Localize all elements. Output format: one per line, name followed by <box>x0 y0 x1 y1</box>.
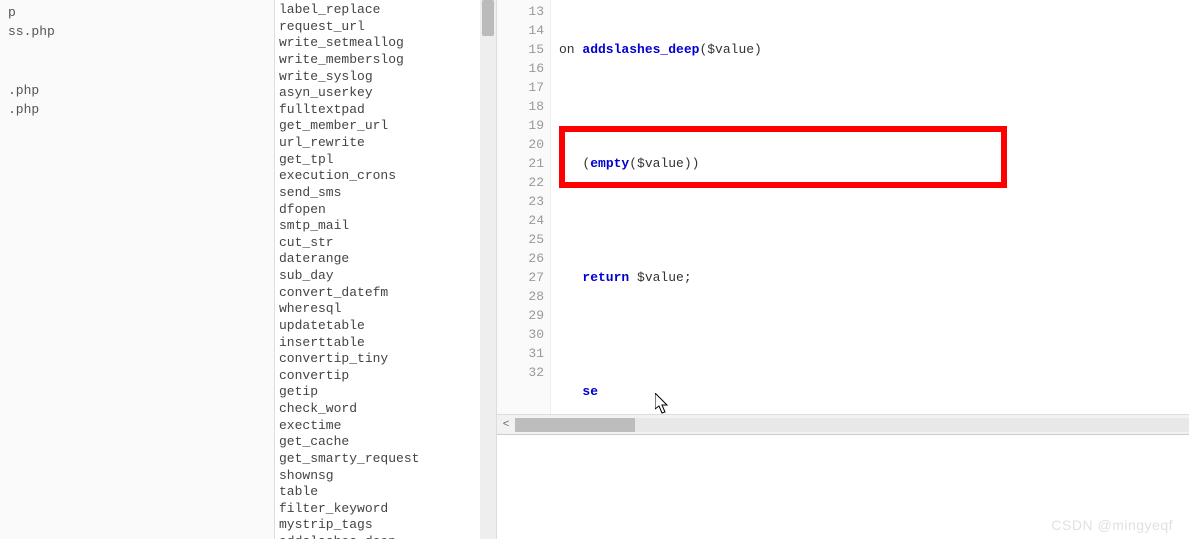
line-number: 21 <box>497 154 544 173</box>
symbol-list-item[interactable]: daterange <box>279 251 492 268</box>
code-area[interactable]: 1314151617181920212223242526272829303132… <box>497 0 1189 414</box>
text <box>559 270 582 285</box>
code-content[interactable]: on addslashes_deep($value) (empty($value… <box>551 0 1189 414</box>
mouse-cursor-icon <box>655 393 671 415</box>
line-number: 32 <box>497 363 544 382</box>
symbol-list-item[interactable]: getip <box>279 384 492 401</box>
symbol-list-item[interactable]: convertip <box>279 368 492 385</box>
symbol-list-item[interactable]: send_sms <box>279 185 492 202</box>
line-number: 30 <box>497 325 544 344</box>
symbol-list-item[interactable]: get_smarty_request <box>279 451 492 468</box>
line-number: 16 <box>497 59 544 78</box>
symbol-list-item[interactable]: filter_keyword <box>279 501 492 518</box>
symbol-list-item[interactable]: get_member_url <box>279 118 492 135</box>
symbol-list-item[interactable]: execution_crons <box>279 168 492 185</box>
text: ( <box>559 156 590 171</box>
line-number: 27 <box>497 268 544 287</box>
symbol-list-item[interactable]: mystrip_tags <box>279 517 492 534</box>
keyword: return <box>582 270 629 285</box>
horizontal-scrollbar[interactable] <box>515 418 1189 432</box>
symbol-list-item[interactable]: inserttable <box>279 335 492 352</box>
file-tree-item[interactable]: ss.php <box>4 23 274 42</box>
symbol-list-item[interactable]: addslashes_deep <box>279 534 492 539</box>
symbol-list-item[interactable]: url_rewrite <box>279 135 492 152</box>
fn-name: empty <box>590 156 629 171</box>
symbol-list-item[interactable]: convertip_tiny <box>279 351 492 368</box>
file-tree-pane: p ss.php .php .php <box>0 0 275 539</box>
symbol-list-item[interactable]: convert_datefm <box>279 285 492 302</box>
symbol-list-item[interactable]: updatetable <box>279 318 492 335</box>
symbol-list-item[interactable]: smtp_mail <box>279 218 492 235</box>
symbol-list-item[interactable]: cut_str <box>279 235 492 252</box>
line-number: 14 <box>497 21 544 40</box>
symbol-list-item[interactable]: asyn_userkey <box>279 85 492 102</box>
fn-name: addslashes_deep <box>582 42 699 57</box>
file-tree-spacer <box>4 42 274 82</box>
file-tree-item[interactable]: .php <box>4 101 274 120</box>
line-number: 26 <box>497 249 544 268</box>
symbol-list-item[interactable]: check_word <box>279 401 492 418</box>
watermark-text: CSDN @mingyeqf <box>1051 517 1173 533</box>
text: on <box>559 42 582 57</box>
line-number: 19 <box>497 116 544 135</box>
main-area: p ss.php .php .php label_replacerequest_… <box>0 0 1189 539</box>
symbol-list-item[interactable]: label_replace <box>279 2 492 19</box>
line-number: 29 <box>497 306 544 325</box>
scrollbar-thumb[interactable] <box>515 418 635 432</box>
line-number: 15 <box>497 40 544 59</box>
symbol-list[interactable]: label_replacerequest_urlwrite_setmeallog… <box>275 0 496 539</box>
symbol-list-item[interactable]: fulltextpad <box>279 102 492 119</box>
text: ($value)) <box>629 156 699 171</box>
line-number: 13 <box>497 2 544 21</box>
symbol-list-item[interactable]: table <box>279 484 492 501</box>
symbol-list-item[interactable]: exectime <box>279 418 492 435</box>
line-number: 24 <box>497 211 544 230</box>
symbol-list-item[interactable]: request_url <box>279 19 492 36</box>
symbol-list-item[interactable]: sub_day <box>279 268 492 285</box>
text: $value; <box>629 270 691 285</box>
editor-pane: 1314151617181920212223242526272829303132… <box>497 0 1189 539</box>
symbol-list-item[interactable]: write_memberslog <box>279 52 492 69</box>
line-number: 25 <box>497 230 544 249</box>
horizontal-scrollbar-row: < <box>497 414 1189 434</box>
vertical-scrollbar[interactable] <box>480 0 496 539</box>
line-number: 23 <box>497 192 544 211</box>
symbol-list-item[interactable]: dfopen <box>279 202 492 219</box>
symbol-list-item[interactable]: get_cache <box>279 434 492 451</box>
file-tree-item[interactable]: .php <box>4 82 274 101</box>
text: ($value) <box>699 42 761 57</box>
symbol-list-item[interactable]: shownsg <box>279 468 492 485</box>
line-number: 22 <box>497 173 544 192</box>
line-number: 20 <box>497 135 544 154</box>
scroll-left-button[interactable]: < <box>497 419 515 431</box>
line-number: 18 <box>497 97 544 116</box>
symbol-list-item[interactable]: write_syslog <box>279 69 492 86</box>
line-number-gutter: 1314151617181920212223242526272829303132 <box>497 0 551 414</box>
scrollbar-thumb[interactable] <box>482 0 494 36</box>
symbol-list-pane: label_replacerequest_urlwrite_setmeallog… <box>275 0 497 539</box>
symbol-list-item[interactable]: get_tpl <box>279 152 492 169</box>
symbol-list-item[interactable]: wheresql <box>279 301 492 318</box>
line-number: 17 <box>497 78 544 97</box>
file-tree-item[interactable]: p <box>4 4 274 23</box>
keyword: se <box>559 384 598 399</box>
symbol-list-item[interactable]: write_setmeallog <box>279 35 492 52</box>
line-number: 31 <box>497 344 544 363</box>
line-number: 28 <box>497 287 544 306</box>
